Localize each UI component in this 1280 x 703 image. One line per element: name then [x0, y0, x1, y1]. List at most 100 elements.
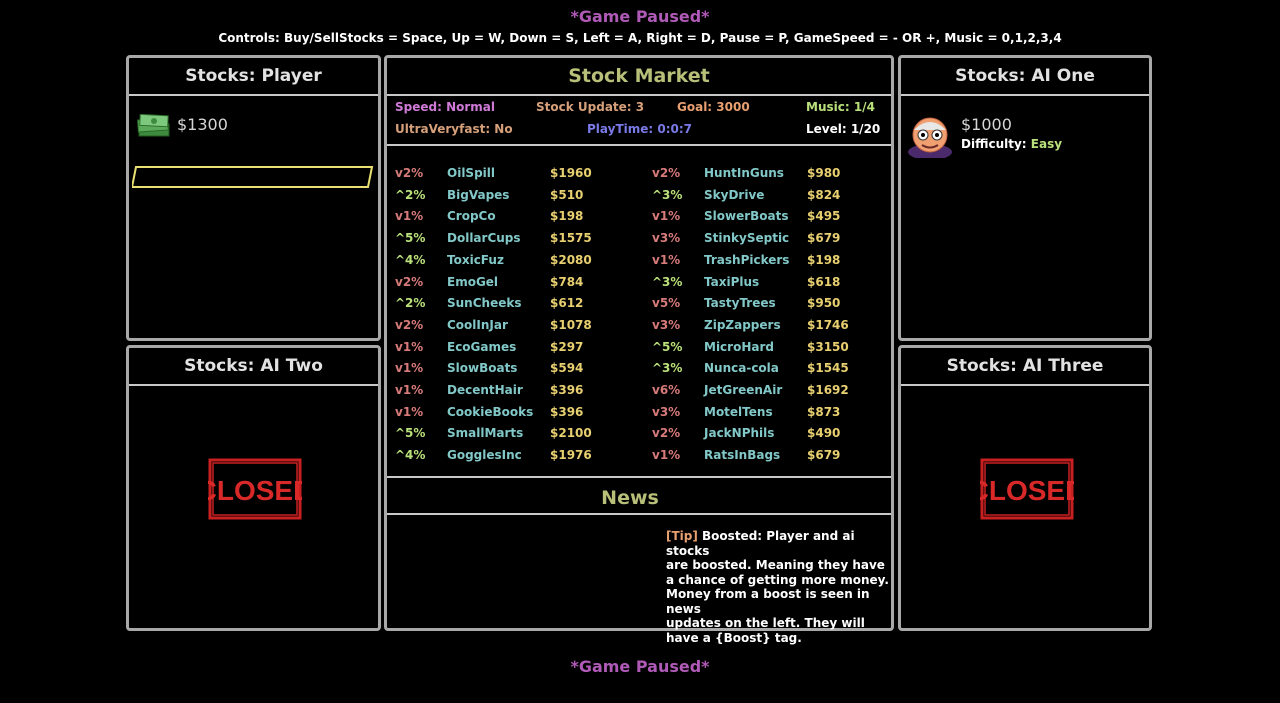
stock-price: $2100: [550, 426, 592, 441]
tip-tag: [Tip]: [666, 529, 698, 543]
closed-label: CLOSED: [980, 475, 1074, 506]
stock-change: ^2%: [395, 187, 426, 202]
news-tip: [Tip] Boosted: Player and ai stocks are …: [666, 529, 891, 645]
stock-row[interactable]: v1% RatsInBags $679: [652, 448, 892, 468]
stock-price: $510: [550, 187, 584, 202]
stock-row[interactable]: ^4% ToxicFuz $2080: [395, 253, 635, 273]
player-panel-title: Stocks: Player: [129, 58, 378, 96]
game-paused-banner-bottom: *Game Paused*: [570, 657, 710, 676]
ai-two-stocks-panel: Stocks: AI Two CLOSED: [126, 345, 381, 631]
stock-row[interactable]: v2% JackNPhils $490: [652, 426, 892, 446]
stock-change: v3%: [652, 231, 681, 246]
stock-price: $980: [807, 166, 841, 180]
stock-row[interactable]: v2% OilSpill $1960: [395, 166, 635, 186]
stock-name: DecentHair: [447, 383, 523, 397]
ai-avatar-icon: [908, 117, 952, 158]
stock-row[interactable]: v1% SlowBoats $594: [395, 361, 635, 381]
stock-name: TastyTrees: [704, 296, 776, 311]
stock-row[interactable]: ^2% BigVapes $510: [395, 188, 635, 208]
selection-bar[interactable]: [132, 165, 376, 189]
stock-price: $679: [807, 231, 841, 246]
stock-name: DollarCups: [447, 231, 521, 246]
ai-one-difficulty: Difficulty: Easy: [961, 137, 1062, 151]
stock-change: ^4%: [395, 252, 426, 267]
stock-name: BigVapes: [447, 187, 510, 202]
stock-row[interactable]: v1% TrashPickers $198: [652, 253, 892, 273]
stock-row[interactable]: ^3% Nunca-cola $1545: [652, 361, 892, 381]
stock-market-title: Stock Market: [387, 58, 891, 96]
stock-price: $198: [550, 209, 584, 224]
stock-name: ZipZappers: [704, 317, 781, 332]
tip-text: Boosted: Player and ai stocks are booste…: [666, 529, 889, 645]
stock-price: $618: [807, 274, 841, 289]
stock-change: v2%: [395, 166, 424, 180]
stock-name: JackNPhils: [704, 426, 775, 441]
stock-row[interactable]: v1% DecentHair $396: [395, 383, 635, 403]
stock-row[interactable]: v1% SlowerBoats $495: [652, 209, 892, 229]
stock-price: $1575: [550, 231, 592, 246]
stock-row[interactable]: v1% EcoGames $297: [395, 340, 635, 360]
stock-row[interactable]: v3% StinkySeptic $679: [652, 231, 892, 251]
stock-name: SkyDrive: [704, 187, 765, 202]
stock-change: v1%: [395, 404, 424, 419]
game-paused-banner-top: *Game Paused*: [570, 7, 710, 26]
stock-price: $2080: [550, 252, 592, 267]
stock-price: $594: [550, 361, 584, 376]
stock-name: OilSpill: [447, 166, 495, 180]
controls-help: Controls: Buy/SellStocks = Space, Up = W…: [218, 31, 1062, 45]
stock-change: ^3%: [652, 187, 683, 202]
stock-price: $1545: [807, 361, 849, 376]
stock-price: $490: [807, 426, 841, 441]
stock-price: $396: [550, 404, 584, 419]
stock-row[interactable]: ^3% SkyDrive $824: [652, 188, 892, 208]
stock-price: $1976: [550, 448, 592, 463]
stock-change: v2%: [652, 426, 681, 441]
stock-name: TaxiPlus: [704, 274, 760, 289]
stock-name: RatsInBags: [704, 448, 781, 463]
stock-row[interactable]: v1% CropCo $198: [395, 209, 635, 229]
stock-row[interactable]: v6% JetGreenAir $1692: [652, 383, 892, 403]
stock-row[interactable]: ^5% SmallMarts $2100: [395, 426, 635, 446]
stock-name: EcoGames: [447, 339, 517, 354]
stock-price: $1078: [550, 317, 592, 332]
stock-price: $873: [807, 404, 841, 419]
stock-row[interactable]: ^3% TaxiPlus $618: [652, 275, 892, 295]
stock-row[interactable]: ^5% MicroHard $3150: [652, 340, 892, 360]
stock-change: ^5%: [652, 339, 683, 354]
ai-one-money: $1000: [961, 115, 1012, 134]
stock-change: ^3%: [652, 361, 683, 376]
stock-row[interactable]: v2% CoolInJar $1078: [395, 318, 635, 338]
stock-price: $679: [807, 448, 841, 463]
stock-change: v1%: [395, 209, 424, 224]
stock-change: ^5%: [395, 231, 426, 246]
stock-row[interactable]: ^2% SunCheeks $612: [395, 296, 635, 316]
stock-row[interactable]: v3% ZipZappers $1746: [652, 318, 892, 338]
stock-row[interactable]: v2% EmoGel $784: [395, 275, 635, 295]
stock-name: GogglesInc: [447, 448, 522, 463]
stats-divider: [387, 144, 891, 146]
stock-change: v1%: [395, 383, 424, 397]
player-stocks-panel: Stocks: Player $1300: [126, 55, 381, 341]
stock-change: ^2%: [395, 296, 426, 311]
stock-name: MotelTens: [704, 404, 773, 419]
stock-row[interactable]: v3% MotelTens $873: [652, 405, 892, 425]
stock-row[interactable]: v2% HuntInGuns $980: [652, 166, 892, 186]
stock-price: $950: [807, 296, 841, 311]
stock-row[interactable]: v5% TastyTrees $950: [652, 296, 892, 316]
stock-row[interactable]: ^4% GogglesInc $1976: [395, 448, 635, 468]
ai-one-stocks-panel: Stocks: AI One $1000 Difficulty: Easy: [898, 55, 1152, 341]
news-title: News: [601, 487, 659, 509]
news-divider-bottom: [387, 513, 891, 515]
stock-name: StinkySeptic: [704, 231, 790, 246]
stock-price: $784: [550, 274, 584, 289]
goal-stat: Goal: 3000: [677, 100, 750, 114]
stock-row[interactable]: ^5% DollarCups $1575: [395, 231, 635, 251]
stock-change: v6%: [652, 383, 681, 397]
ai-three-stocks-panel: Stocks: AI Three CLOSED: [898, 345, 1152, 631]
stock-update-stat: Stock Update: 3: [536, 100, 645, 114]
stock-name: ToxicFuz: [447, 252, 504, 267]
stock-price: $198: [807, 252, 841, 267]
news-divider-top: [387, 476, 891, 478]
stock-row[interactable]: v1% CookieBooks $396: [395, 405, 635, 425]
stock-change: v2%: [395, 274, 424, 289]
